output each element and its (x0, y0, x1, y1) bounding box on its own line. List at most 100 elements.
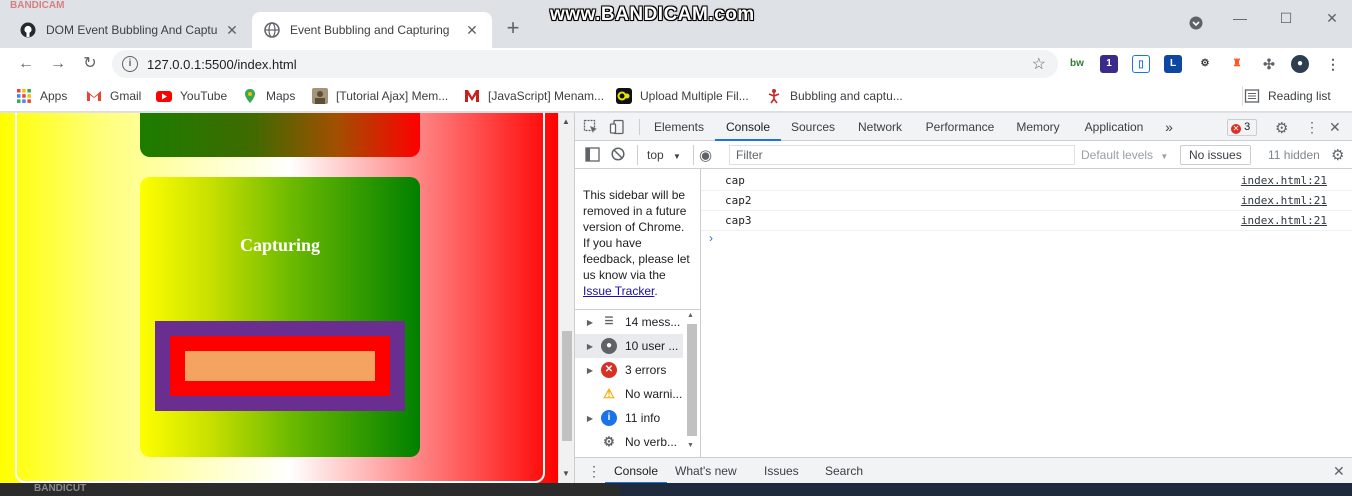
tab-console[interactable]: Console (715, 113, 781, 141)
bookmark-gmail[interactable]: Gmail (86, 88, 141, 104)
sidebar-item-warnings[interactable]: ⚠ No warni... (575, 382, 683, 406)
source-link[interactable]: index.html:21 (1241, 171, 1327, 191)
error-count-badge[interactable]: ✕ 3 (1227, 119, 1257, 136)
address-bar[interactable]: i 127.0.0.1:5500/index.html ☆ (112, 50, 1058, 78)
extension-badge-icon[interactable]: 1 (1100, 55, 1118, 73)
close-icon[interactable]: ✕ (464, 22, 480, 38)
close-window-icon[interactable]: ✕ (1322, 10, 1342, 26)
bookmark-star-icon[interactable]: ☆ (1032, 54, 1046, 74)
reading-list-button[interactable]: Reading list (1244, 88, 1331, 104)
drawer-tab-search[interactable]: Search (825, 458, 863, 484)
tool-extension-icon[interactable]: ⚙ (1196, 55, 1214, 73)
tab-dom-event-bubbling[interactable]: DOM Event Bubbling And Captur ✕ (8, 12, 252, 48)
device-toolbar-icon[interactable] (609, 119, 625, 138)
expand-arrow-icon[interactable]: ▶ (583, 342, 597, 351)
console-prompt-icon[interactable]: › (709, 231, 713, 245)
tab-sources[interactable]: Sources (785, 113, 841, 141)
scroll-up-icon[interactable]: ▲ (562, 117, 570, 126)
tab-strip: BANDICAM DOM Event Bubbling And Captur ✕… (0, 0, 1352, 48)
tab-search-icon[interactable] (1186, 16, 1206, 32)
source-link[interactable]: index.html:21 (1241, 211, 1327, 231)
context-selector[interactable]: top ▼ (647, 148, 681, 162)
bookmark-maps[interactable]: Maps (242, 88, 295, 104)
tab-elements[interactable]: Elements (647, 113, 711, 141)
issue-tracker-link[interactable]: Issue Tracker (583, 284, 654, 298)
site-info-icon[interactable]: i (122, 56, 138, 72)
info-icon: i (601, 410, 617, 426)
drawer-tab-console[interactable]: Console (605, 458, 667, 484)
error-count: 3 (1244, 121, 1251, 133)
middle-red-box[interactable] (170, 336, 390, 396)
sidebar-item-label: 11 info (625, 411, 661, 425)
l-extension-icon[interactable]: L (1164, 55, 1182, 73)
sidebar-item-verbose[interactable]: ⚙ No verb... (575, 430, 683, 454)
new-tab-button[interactable]: + (502, 17, 524, 40)
bookmark-tutorial-ajax[interactable]: [Tutorial Ajax] Mem... (312, 88, 448, 104)
more-tabs-icon[interactable]: » (1161, 113, 1177, 141)
devtools-menu-icon[interactable]: ⋮ (1305, 119, 1319, 136)
inner-salmon-box[interactable] (185, 351, 375, 381)
close-icon[interactable]: ✕ (224, 22, 240, 38)
sidebar-toggle-icon[interactable] (585, 147, 600, 165)
scroll-up-icon[interactable]: ▲ (687, 312, 694, 319)
clear-console-icon[interactable] (611, 147, 625, 164)
scroll-thumb[interactable] (687, 324, 697, 436)
forward-icon[interactable]: → (48, 54, 68, 74)
close-devtools-icon[interactable]: ✕ (1329, 119, 1341, 136)
no-issues-button[interactable]: No issues (1180, 145, 1251, 165)
bandicam-overlay-logo: BANDICAM (10, 0, 65, 11)
expand-arrow-icon[interactable]: ▶ (583, 318, 597, 327)
fire-extension-icon[interactable]: ♜ (1228, 55, 1246, 73)
drawer-tab-issues[interactable]: Issues (764, 458, 799, 484)
bookmark-upload-multiple[interactable]: Upload Multiple Fil... (616, 88, 749, 104)
apps-grid-icon (17, 89, 31, 103)
devtools-drawer: ⋮ Console What's new Issues Search ✕ (575, 457, 1352, 484)
expand-arrow-icon[interactable]: ▶ (583, 414, 597, 423)
profile-avatar-icon[interactable]: ● (1291, 55, 1309, 73)
bw-extension-icon[interactable]: bw (1068, 55, 1086, 73)
page-scrollbar[interactable]: ▲ ▼ (558, 113, 574, 483)
bookmark-apps[interactable]: Apps (16, 88, 67, 104)
bubbling-box[interactable] (140, 113, 420, 157)
bookmark-youtube[interactable]: YouTube (156, 88, 227, 104)
bookmark-javascript-menam[interactable]: [JavaScript] Menam... (464, 88, 604, 104)
filter-input[interactable]: Filter (729, 145, 1075, 165)
tab-event-bubbling-capturing[interactable]: Event Bubbling and Capturing ✕ (252, 12, 492, 48)
tab-application[interactable]: Application (1077, 113, 1151, 141)
scroll-down-icon[interactable]: ▼ (687, 442, 694, 449)
default-levels-dropdown[interactable]: Default levels ▼ (1081, 148, 1168, 162)
sidebar-item-messages[interactable]: ▶ ☰ 14 mess... (575, 310, 683, 334)
maximize-icon[interactable]: ☐ (1276, 10, 1296, 26)
minimize-icon[interactable]: — (1230, 10, 1250, 26)
expand-arrow-icon[interactable]: ▶ (583, 366, 597, 375)
drawer-menu-icon[interactable]: ⋮ (587, 463, 601, 480)
settings-gear-icon[interactable]: ⚙ (1275, 119, 1288, 137)
scroll-thumb[interactable] (562, 331, 572, 441)
sidebar-scrollbar[interactable]: ▲ ▼ (685, 312, 697, 454)
console-settings-icon[interactable]: ⚙ (1331, 146, 1344, 164)
outer-purple-box[interactable] (155, 321, 405, 411)
clipboard-extension-icon[interactable]: ▯ (1132, 55, 1150, 73)
tab-network[interactable]: Network (851, 113, 909, 141)
warning-icon: ⚠ (603, 386, 615, 401)
bookmark-bubbling-capturing[interactable]: Bubbling and captu... (766, 88, 903, 104)
tab-memory[interactable]: Memory (1011, 113, 1065, 141)
close-drawer-icon[interactable]: ✕ (1333, 463, 1345, 480)
eye-icon[interactable]: ◉ (699, 146, 712, 164)
menu-kebab-icon[interactable]: ⋮ (1324, 55, 1342, 73)
sidebar-item-user-messages[interactable]: ▶ ● 10 user ... (575, 334, 683, 358)
sidebar-item-errors[interactable]: ▶ ✕ 3 errors (575, 358, 683, 382)
sidebar-item-info[interactable]: ▶ i 11 info (575, 406, 683, 430)
inspect-element-icon[interactable] (583, 119, 599, 138)
drawer-tab-whats-new[interactable]: What's new (675, 458, 737, 484)
back-icon[interactable]: ← (16, 54, 36, 74)
reload-icon[interactable]: ↻ (80, 54, 100, 74)
extensions-puzzle-icon[interactable]: ✣ (1260, 55, 1278, 73)
console-row: cap2 index.html:21 (701, 191, 1352, 211)
console-message: cap (725, 174, 745, 187)
url-text[interactable]: 127.0.0.1:5500/index.html (147, 57, 297, 72)
scroll-down-icon[interactable]: ▼ (562, 469, 570, 478)
capturing-box[interactable]: Capturing (140, 177, 420, 457)
source-link[interactable]: index.html:21 (1241, 191, 1327, 211)
tab-performance[interactable]: Performance (921, 113, 999, 141)
